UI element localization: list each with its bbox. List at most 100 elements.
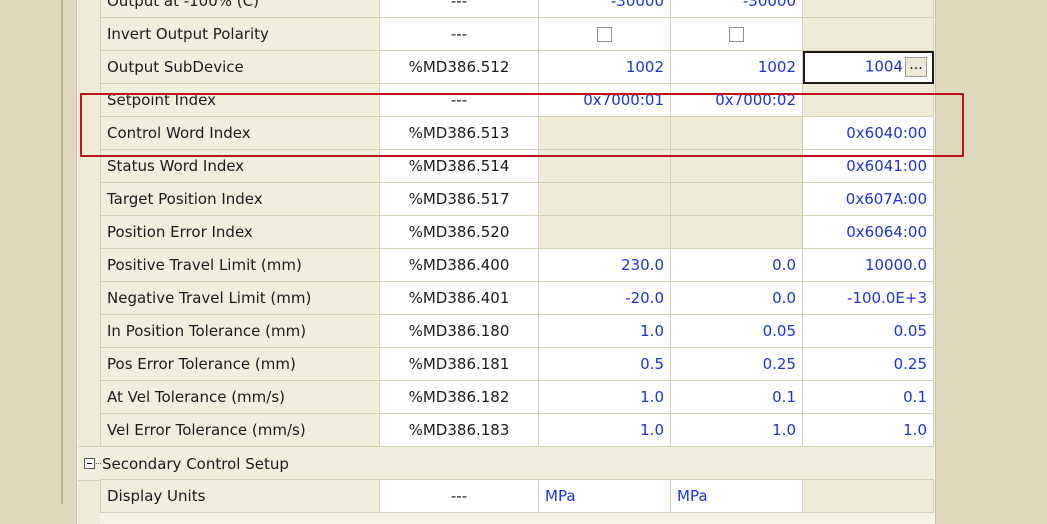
property-name: Positive Travel Limit (mm)	[100, 248, 380, 282]
property-address: %MD386.517	[379, 182, 539, 216]
left-panel-edge	[0, 0, 63, 504]
channel1-value[interactable]: -20.0	[538, 281, 671, 315]
table-row: Output at -100% (C) --- -30000 -30000	[100, 0, 934, 18]
channel2-value	[670, 149, 803, 183]
channel1-value[interactable]: -30000	[538, 0, 671, 18]
property-name: Status Word Index	[100, 149, 380, 183]
channel2-value[interactable]: 0.25	[670, 347, 803, 381]
channel2-value[interactable]: 0.0	[670, 248, 803, 282]
property-address: %MD386.181	[379, 347, 539, 381]
channel2-value[interactable]: 0x7000:02	[670, 83, 803, 117]
property-name: In Position Tolerance (mm)	[100, 314, 380, 348]
channel1-value	[538, 149, 671, 183]
table-row: Pos Error Tolerance (mm) %MD386.181 0.5 …	[100, 347, 934, 381]
table-row: In Position Tolerance (mm) %MD386.180 1.…	[100, 314, 934, 348]
channel3-value-selected[interactable]: 1004...	[802, 50, 934, 84]
property-name: Negative Travel Limit (mm)	[100, 281, 380, 315]
table-row: Setpoint Index --- 0x7000:01 0x7000:02	[100, 83, 934, 117]
property-address: %MD386.182	[379, 380, 539, 414]
channel3-value[interactable]: 0x6041:00	[802, 149, 934, 183]
property-name: Control Word Index	[100, 116, 380, 150]
property-name: Pos Error Tolerance (mm)	[100, 347, 380, 381]
collapse-minus-icon[interactable]	[84, 458, 95, 469]
table-row: Target Position Index %MD386.517 0x607A:…	[100, 182, 934, 216]
channel2-value	[670, 215, 803, 249]
channel2-value[interactable]: 0.1	[670, 380, 803, 414]
channel3-value[interactable]: 1.0	[802, 413, 934, 447]
channel3-value	[802, 0, 934, 18]
channel1-value[interactable]: 1.0	[538, 413, 671, 447]
property-name: Invert Output Polarity	[100, 17, 380, 51]
table-row: Position Error Index %MD386.520 0x6064:0…	[100, 215, 934, 249]
property-address: ---	[379, 83, 539, 117]
property-name: Target Position Index	[100, 182, 380, 216]
channel3-value	[802, 17, 934, 51]
channel2-value[interactable]: 1.0	[670, 413, 803, 447]
channel2-value[interactable]: 1002	[670, 50, 803, 84]
table-row: Status Word Index %MD386.514 0x6041:00	[100, 149, 934, 183]
property-address: %MD386.514	[379, 149, 539, 183]
channel1-value	[538, 116, 671, 150]
property-address: %MD386.513	[379, 116, 539, 150]
table-row: Control Word Index %MD386.513 0x6040:00	[100, 116, 934, 150]
channel3-value[interactable]: 0x6064:00	[802, 215, 934, 249]
splitter[interactable]	[61, 0, 63, 504]
channel1-cell	[538, 17, 671, 51]
channel2-value[interactable]: 0.0	[670, 281, 803, 315]
section-header-secondary-control[interactable]: Secondary Control Setup	[78, 446, 934, 481]
channel1-value[interactable]: MPa	[538, 479, 671, 513]
invert-polarity-checkbox-1[interactable]	[597, 27, 612, 42]
channel1-value[interactable]: 1.0	[538, 380, 671, 414]
table-row: Negative Travel Limit (mm) %MD386.401 -2…	[100, 281, 934, 315]
channel1-value[interactable]: 1.0	[538, 314, 671, 348]
browse-button[interactable]: ...	[905, 57, 927, 77]
channel2-value[interactable]: MPa	[670, 479, 803, 513]
channel2-cell	[670, 17, 803, 51]
property-address: %MD386.401	[379, 281, 539, 315]
property-name: Output at -100% (C)	[100, 0, 380, 18]
channel3-value[interactable]: -100.0E+3	[802, 281, 934, 315]
channel3-value-text: 1004	[864, 57, 903, 76]
property-address: ---	[379, 0, 539, 18]
property-name: Setpoint Index	[100, 83, 380, 117]
property-name: At Vel Tolerance (mm/s)	[100, 380, 380, 414]
property-name: Display Units	[100, 479, 380, 513]
table-row: At Vel Tolerance (mm/s) %MD386.182 1.0 0…	[100, 380, 934, 414]
channel2-value[interactable]: 0.05	[670, 314, 803, 348]
section-label: Secondary Control Setup	[102, 454, 289, 473]
property-name: Vel Error Tolerance (mm/s)	[100, 413, 380, 447]
table-row: Invert Output Polarity ---	[100, 17, 934, 51]
tree-connector	[96, 463, 101, 464]
property-address: ---	[379, 17, 539, 51]
property-table: Output at -100% (C) --- -30000 -30000 In…	[100, 0, 934, 447]
channel3-value[interactable]: 0.25	[802, 347, 934, 381]
channel1-value[interactable]: 1002	[538, 50, 671, 84]
channel3-value[interactable]: 0x607A:00	[802, 182, 934, 216]
invert-polarity-checkbox-2[interactable]	[729, 27, 744, 42]
table-row: Display Units --- MPa MPa	[100, 479, 934, 513]
channel3-value[interactable]: 10000.0	[802, 248, 934, 282]
channel1-value[interactable]: 0x7000:01	[538, 83, 671, 117]
channel3-value[interactable]: 0.1	[802, 380, 934, 414]
property-address: %MD386.512	[379, 50, 539, 84]
channel3-value	[802, 479, 934, 513]
table-row: Output SubDevice %MD386.512 1002 1002 10…	[100, 50, 934, 84]
property-address: %MD386.520	[379, 215, 539, 249]
channel1-value[interactable]: 230.0	[538, 248, 671, 282]
table-row: Vel Error Tolerance (mm/s) %MD386.183 1.…	[100, 413, 934, 447]
channel3-value[interactable]: 0.05	[802, 314, 934, 348]
property-address: ---	[379, 479, 539, 513]
property-address: %MD386.180	[379, 314, 539, 348]
channel1-value	[538, 182, 671, 216]
channel2-value	[670, 182, 803, 216]
property-address: %MD386.183	[379, 413, 539, 447]
channel3-value[interactable]: 0x6040:00	[802, 116, 934, 150]
property-address: %MD386.400	[379, 248, 539, 282]
property-table-secondary: Display Units --- MPa MPa	[100, 479, 934, 513]
property-name: Output SubDevice	[100, 50, 380, 84]
channel1-value	[538, 215, 671, 249]
channel2-value	[670, 116, 803, 150]
property-name: Position Error Index	[100, 215, 380, 249]
channel2-value[interactable]: -30000	[670, 0, 803, 18]
channel1-value[interactable]: 0.5	[538, 347, 671, 381]
